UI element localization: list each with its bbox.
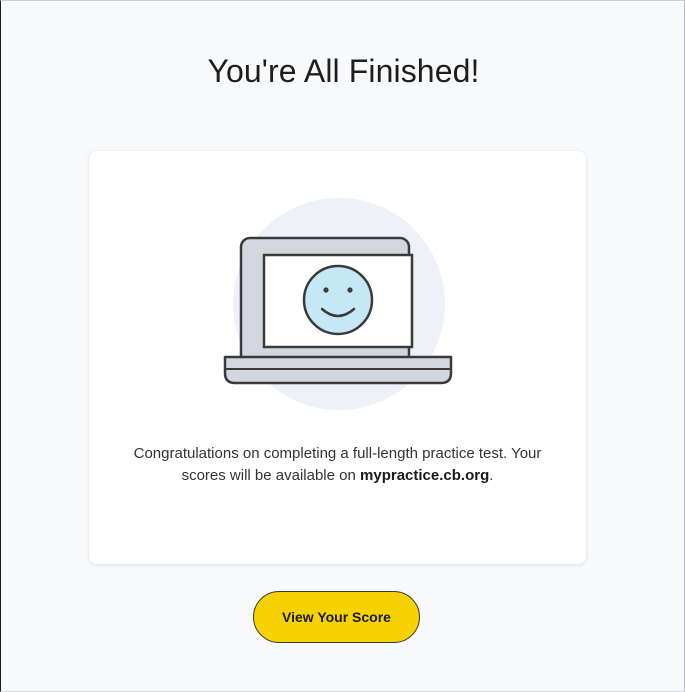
page-frame: You're All Finished! Congratulations on … xyxy=(0,0,685,692)
laptop-smiley-icon xyxy=(223,198,453,410)
mypractice-link[interactable]: mypractice.cb.org xyxy=(360,467,489,484)
page-title: You're All Finished! xyxy=(207,53,480,89)
view-score-button[interactable]: View Your Score xyxy=(253,591,420,643)
completion-card: Congratulations on completing a full-len… xyxy=(89,151,586,564)
completion-message: Congratulations on completing a full-len… xyxy=(119,443,556,487)
message-period: . xyxy=(489,467,494,484)
